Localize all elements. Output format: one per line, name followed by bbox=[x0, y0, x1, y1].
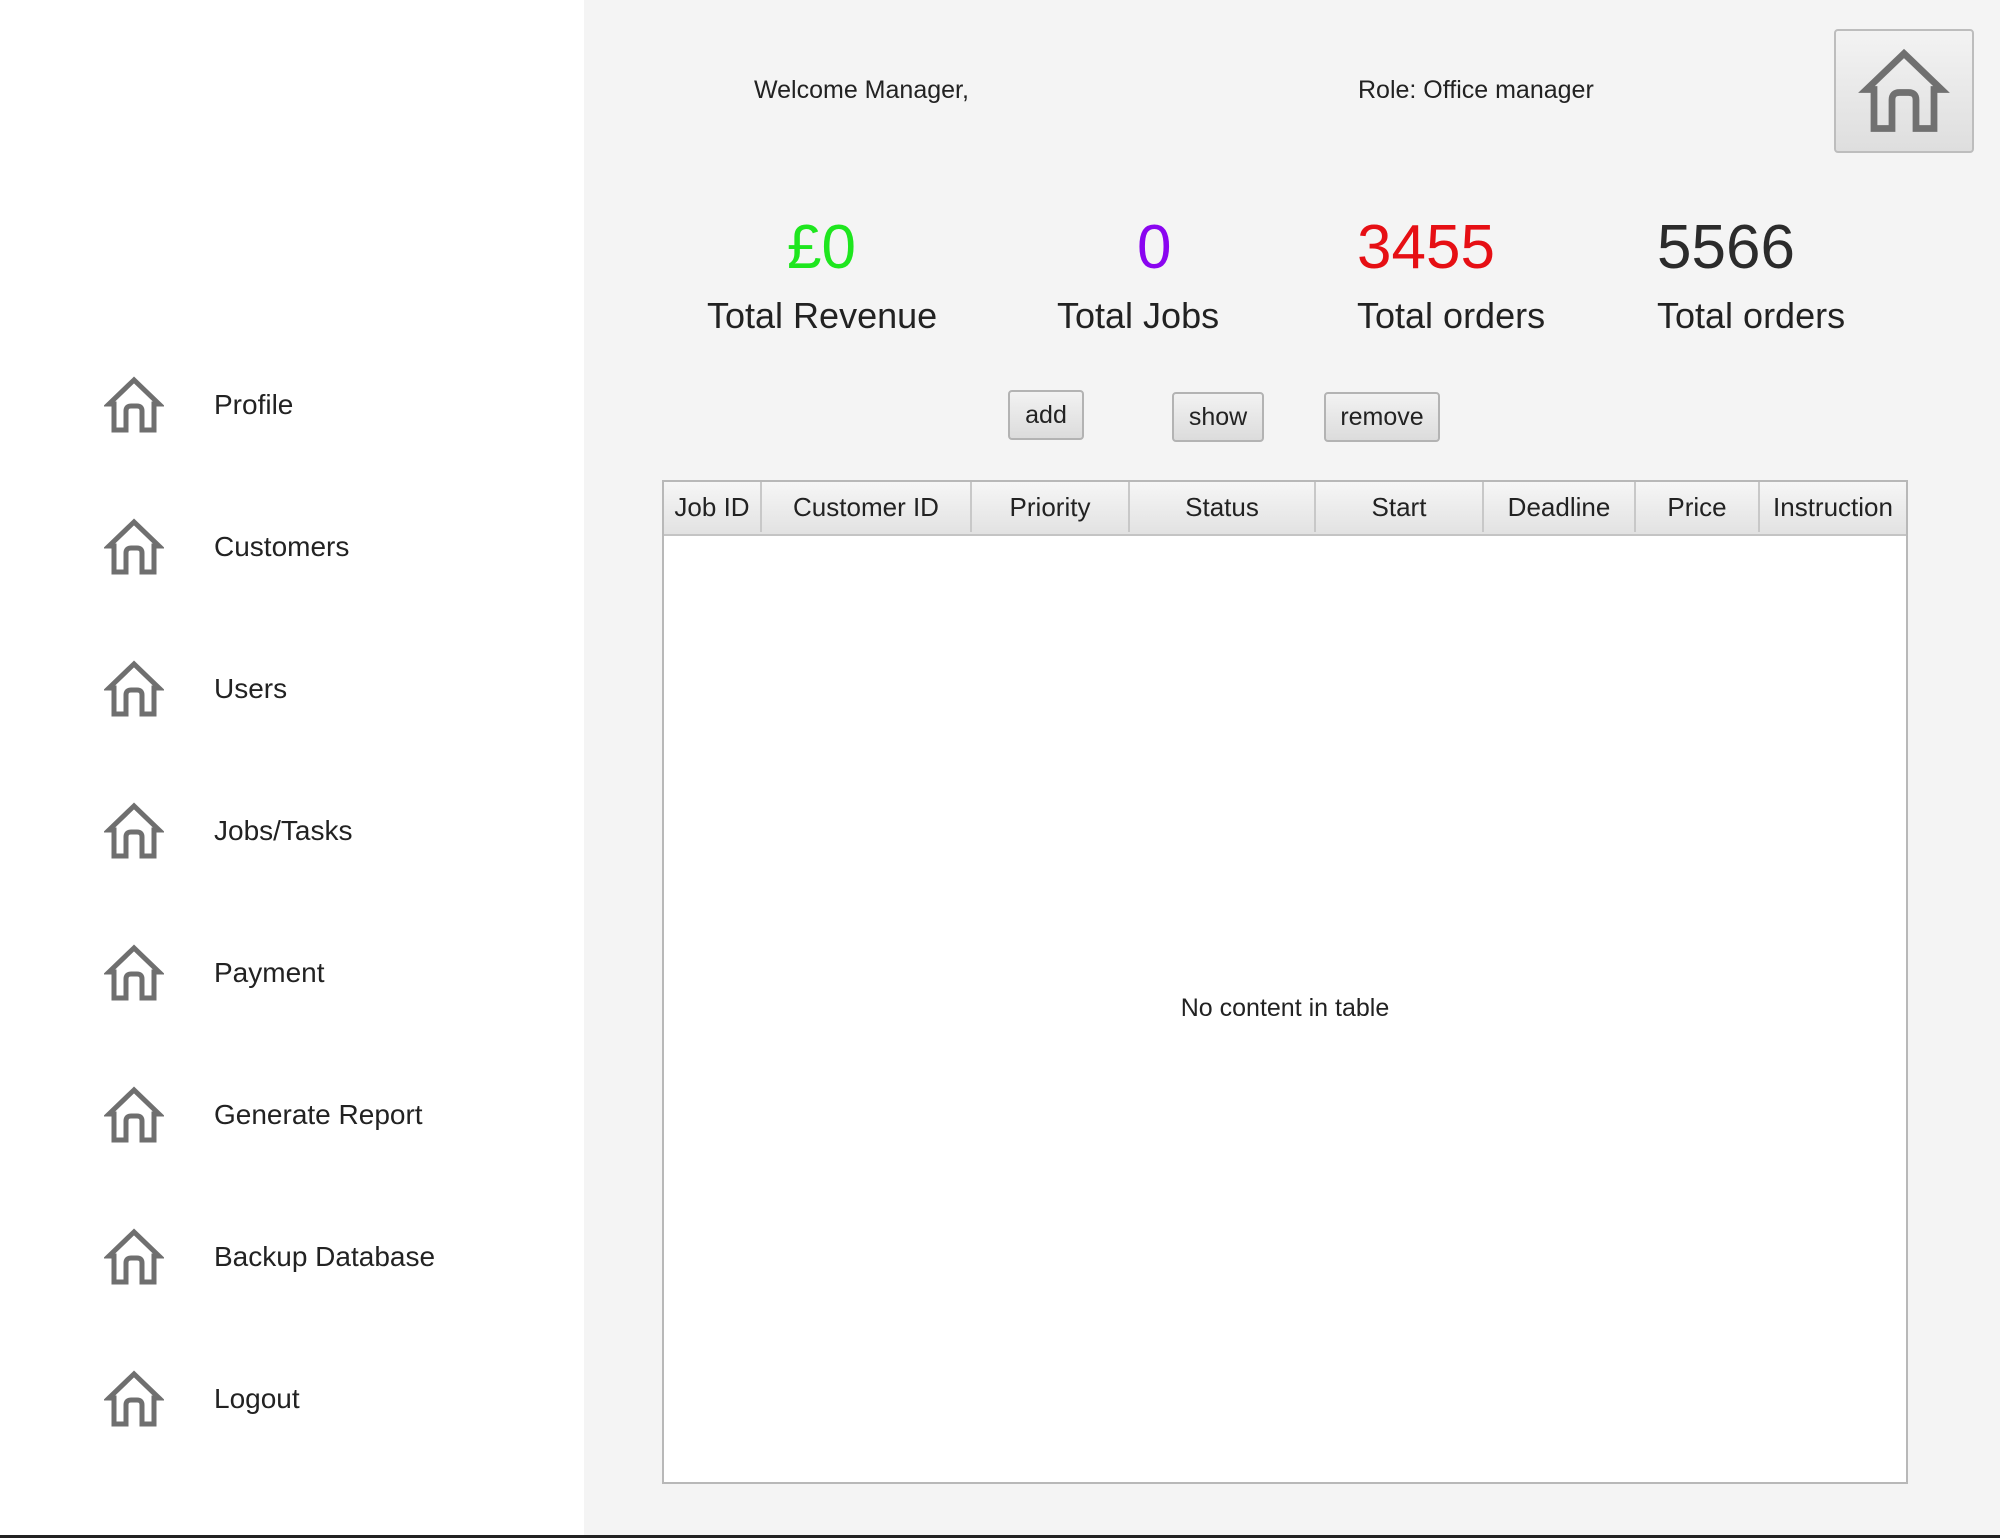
home-icon bbox=[100, 373, 167, 437]
column-header-job-id[interactable]: Job ID bbox=[664, 482, 762, 532]
welcome-text: Welcome Manager, bbox=[754, 76, 969, 104]
role-text: Role: Office manager bbox=[1358, 76, 1594, 104]
home-icon bbox=[100, 657, 167, 721]
sidebar-item-profile[interactable]: Profile bbox=[100, 368, 550, 442]
table-empty-placeholder: No content in table bbox=[1180, 994, 1390, 1022]
sidebar-item-logout[interactable]: Logout bbox=[100, 1362, 550, 1436]
column-header-customer-id[interactable]: Customer ID bbox=[762, 482, 972, 532]
sidebar-item-label: Jobs/Tasks bbox=[214, 815, 353, 846]
stat-total-jobs-value: 0 bbox=[1137, 213, 1172, 282]
home-icon bbox=[100, 941, 167, 1005]
sidebar-item-users[interactable]: Users bbox=[100, 652, 550, 726]
column-header-deadline[interactable]: Deadline bbox=[1484, 482, 1636, 532]
home-icon bbox=[100, 799, 167, 863]
sidebar-item-label: Backup Database bbox=[214, 1241, 436, 1272]
home-icon bbox=[100, 1225, 167, 1289]
column-header-status[interactable]: Status bbox=[1130, 482, 1316, 532]
sidebar-item-jobs-tasks[interactable]: Jobs/Tasks bbox=[100, 794, 550, 868]
home-icon bbox=[100, 1083, 167, 1147]
home-button[interactable] bbox=[1834, 29, 1974, 153]
home-icon bbox=[100, 515, 167, 579]
main-panel: Welcome Manager, Role: Office manager £0… bbox=[584, 0, 2000, 1538]
sidebar-item-generate-report[interactable]: Generate Report bbox=[100, 1078, 550, 1152]
sidebar-item-label: Payment bbox=[214, 957, 325, 988]
column-header-start[interactable]: Start bbox=[1316, 482, 1484, 532]
column-header-priority[interactable]: Priority bbox=[972, 482, 1130, 532]
stat-total-orders-label: Total orders bbox=[1357, 295, 1546, 336]
jobs-table[interactable]: Job ID Customer ID Priority Status Start… bbox=[662, 480, 1908, 1484]
stat-total-jobs-label: Total Jobs bbox=[1057, 295, 1220, 336]
table-header: Job ID Customer ID Priority Status Start… bbox=[664, 482, 1906, 536]
sidebar-item-label: Profile bbox=[214, 389, 294, 420]
show-button[interactable]: show bbox=[1172, 392, 1264, 442]
home-icon bbox=[1856, 46, 1952, 136]
sidebar-item-label: Users bbox=[214, 673, 288, 704]
sidebar-item-label: Generate Report bbox=[214, 1099, 423, 1130]
home-icon bbox=[100, 1367, 167, 1431]
stat-total-orders-2-label: Total orders bbox=[1657, 295, 1846, 336]
add-button[interactable]: add bbox=[1008, 390, 1084, 440]
sidebar-item-payment[interactable]: Payment bbox=[100, 936, 550, 1010]
sidebar-item-label: Logout bbox=[214, 1383, 300, 1414]
stat-total-revenue-value: £0 bbox=[787, 213, 856, 282]
sidebar-item-label: Customers bbox=[214, 531, 350, 562]
sidebar: Profile Customers Users Jobs/Tasks Payme… bbox=[0, 0, 584, 1538]
sidebar-item-customers[interactable]: Customers bbox=[100, 510, 550, 584]
stat-total-orders-value: 3455 bbox=[1357, 213, 1495, 282]
stat-total-orders-2-value: 5566 bbox=[1657, 213, 1795, 282]
stat-total-revenue-label: Total Revenue bbox=[707, 295, 938, 336]
column-header-price[interactable]: Price bbox=[1636, 482, 1760, 532]
sidebar-item-backup-database[interactable]: Backup Database bbox=[100, 1220, 550, 1294]
remove-button[interactable]: remove bbox=[1324, 392, 1440, 442]
column-header-instruction[interactable]: Instruction bbox=[1760, 482, 1906, 532]
